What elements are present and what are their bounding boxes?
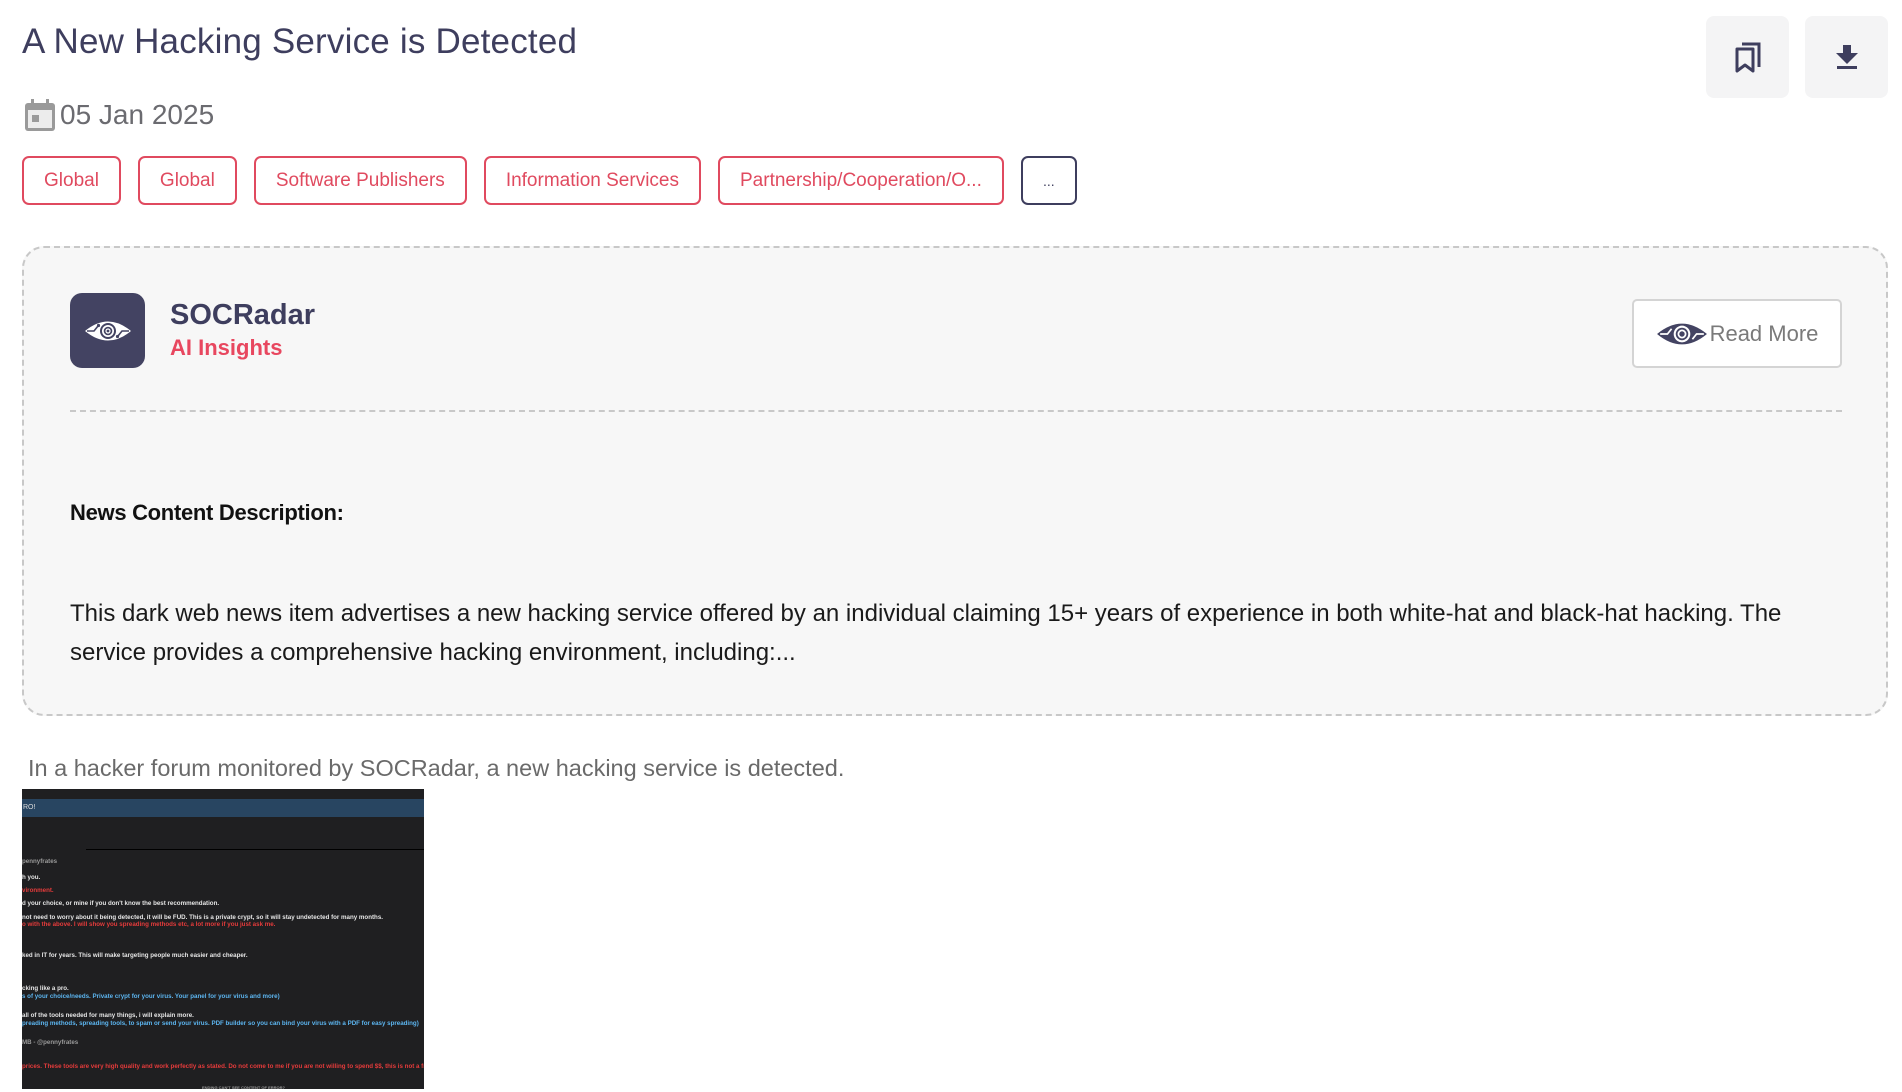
forum-text-line: vironment. [22,887,54,894]
bookmark-icon [1735,42,1760,73]
forum-text-line: preading methods, spreading tools, to sp… [22,1020,419,1027]
ai-insights-header: SOCRadar AI Insights [70,293,315,368]
forum-text-line: MB - @pennyfrates [22,1039,79,1046]
forum-text-line: pennyfrates [22,858,58,865]
forum-screenshot[interactable]: RO! pennyfrates h you. vironment. d your ch… [22,789,424,1089]
calendar-icon [25,99,55,131]
eye-radar-icon [84,321,131,340]
description-text: This dark web news item advertises a new… [70,600,1782,666]
article-caption: In a hacker forum monitored by SOCRadar,… [28,755,845,781]
forum-text-line: s of your choice/needs. Private crypt fo… [22,993,280,1000]
tag-country[interactable]: Global [137,156,237,205]
brand-subtitle: AI Insights [170,334,283,360]
eye-radar-icon [1656,323,1707,344]
forum-text-line: ked in IT for years. This will make targ… [22,952,248,959]
forum-text-line: d your choice, or mine if you don't know… [22,900,220,907]
forum-text-line: cking like a pro. [22,985,69,992]
ai-insights-card: SOCRadar AI Insights Read More News Cont… [22,246,1888,716]
publish-date: 05 Jan 2025 [24,98,214,132]
tag-category[interactable]: Partnership/Cooperation/O... [718,156,1004,205]
section-heading: News Content Description: [70,500,344,525]
date-text: 05 Jan 2025 [60,99,215,130]
forum-rule [86,849,424,850]
more-tags-button[interactable]: ... [1020,156,1077,205]
top-actions [1706,16,1888,98]
forum-topbar: RO! [22,799,424,817]
tag-list: Global Global Software Publishers Inform… [22,156,1077,205]
read-more-button[interactable]: Read More [1632,299,1842,368]
download-button[interactable] [1805,16,1888,98]
forum-text-line: o with the above. I will show you spread… [22,921,276,928]
card-divider [70,410,1842,412]
read-more-label: Read More [1709,320,1819,346]
tag-sector-information[interactable]: Information Services [483,156,701,205]
download-icon [1835,45,1858,69]
page-title: A New Hacking Service is Detected [22,22,578,61]
forum-text-line: all of the tools needed for many things,… [22,1012,194,1019]
tag-sector-software[interactable]: Software Publishers [253,156,467,205]
tag-region[interactable]: Global [22,156,121,205]
forum-text-line: not need to worry about it being detecte… [22,914,383,921]
brand-name: SOCRadar [170,298,316,331]
forum-text-line: prices. These tools are very high qualit… [22,1063,424,1070]
forum-text-line: h you. [22,874,41,881]
bookmark-button[interactable] [1706,16,1789,98]
forum-text-line: ENDING CAN'T SEE CONTENT OF ERROR? [202,1085,285,1089]
socradar-logo [70,293,145,368]
